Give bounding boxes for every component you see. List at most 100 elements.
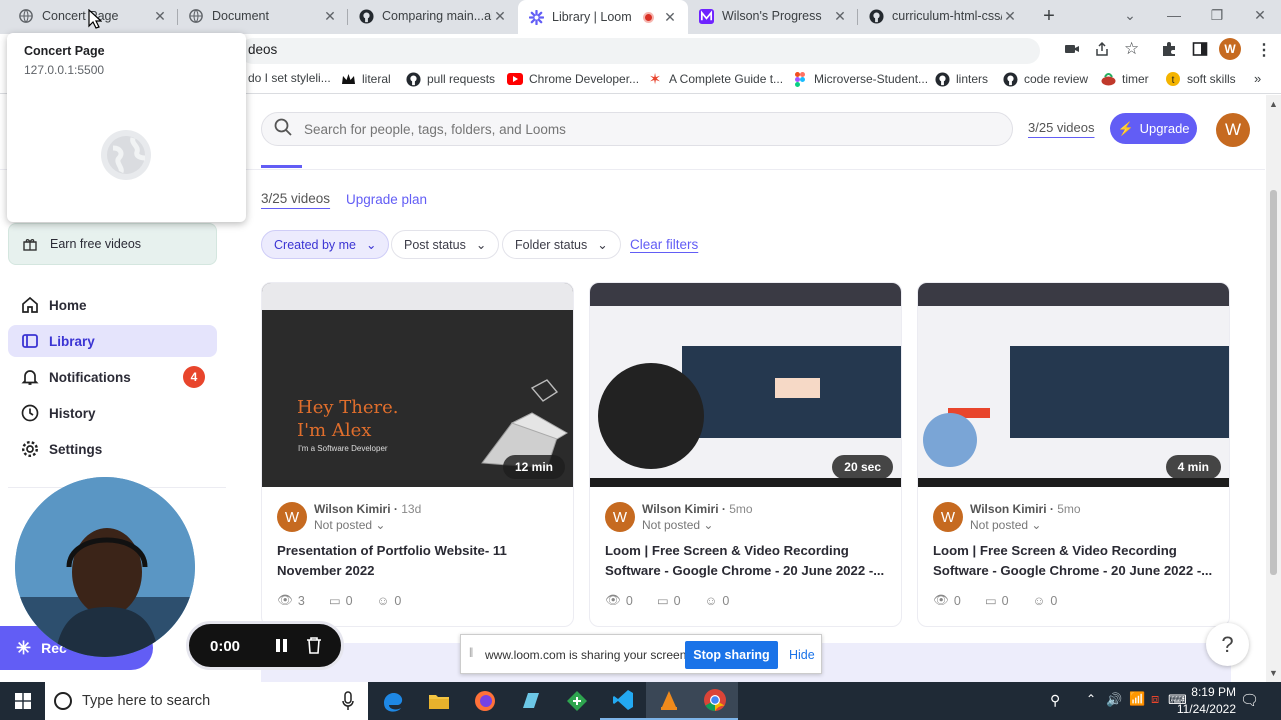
video-age: 5mo: [1057, 502, 1081, 516]
vscode-icon[interactable]: [600, 682, 646, 720]
stop-sharing-button[interactable]: Stop sharing: [685, 641, 778, 669]
bookmark-item[interactable]: pull requests: [405, 71, 495, 87]
tab-search-chevron-icon[interactable]: ⌄: [1108, 0, 1152, 30]
camera-icon[interactable]: [1064, 42, 1080, 61]
scrollbar[interactable]: ▲ ▼: [1266, 95, 1281, 682]
post-status-dropdown[interactable]: Not posted ⌄: [314, 518, 385, 532]
sidebar-item-notifications[interactable]: Notifications 4: [8, 361, 217, 393]
video-title[interactable]: Presentation of Portfolio Website- 11 No…: [277, 541, 567, 581]
video-title[interactable]: Loom | Free Screen & Video Recording Sof…: [605, 541, 895, 581]
library-videos-count[interactable]: 3/25 videos: [261, 191, 330, 206]
close-icon[interactable]: ✕: [322, 8, 338, 24]
tray-app-icon[interactable]: ⧈: [1151, 691, 1159, 707]
extensions-icon[interactable]: [1161, 41, 1177, 62]
video-card[interactable]: 4 min W Wilson Kimiri · 5mo Not posted ⌄…: [917, 282, 1230, 627]
close-window-button[interactable]: ✕: [1238, 0, 1281, 30]
close-icon[interactable]: ✕: [152, 8, 168, 24]
windows-taskbar: Type here to search ⚲ ⌃ 🔊 📶 ⧈ ⌨ 8:19 PM …: [0, 682, 1281, 720]
minimize-button[interactable]: —: [1152, 0, 1196, 30]
tab-document[interactable]: Document ✕: [178, 0, 348, 32]
sidebar-item-settings[interactable]: Settings: [8, 433, 217, 465]
delete-button[interactable]: [306, 636, 322, 659]
comment-icon: ▭: [656, 594, 669, 608]
webcam-bubble[interactable]: [15, 477, 195, 657]
edge-icon[interactable]: [370, 682, 416, 720]
filter-folder-status[interactable]: Folder status ⌄: [502, 230, 621, 259]
address-bar[interactable]: [240, 38, 1040, 64]
close-icon[interactable]: ✕: [1002, 8, 1018, 24]
people-icon[interactable]: ⚲: [1050, 692, 1060, 709]
notifications-center-icon[interactable]: 🗨: [1240, 691, 1259, 709]
bookmark-item[interactable]: Chrome Developer...: [507, 71, 639, 87]
search-input[interactable]: [261, 112, 1013, 146]
clock-time[interactable]: 8:19 PM: [1176, 685, 1236, 699]
help-button[interactable]: ?: [1206, 623, 1249, 666]
pause-button[interactable]: [275, 638, 288, 658]
scroll-down-icon[interactable]: ▼: [1269, 668, 1278, 678]
volume-icon[interactable]: 🔊: [1106, 692, 1122, 708]
bookmark-item[interactable]: literal: [340, 71, 391, 87]
earn-free-videos-button[interactable]: Earn free videos: [8, 223, 217, 265]
bookmark-label: soft skills: [1187, 72, 1236, 86]
video-card[interactable]: Hey There. I'm Alex I'm a Software Devel…: [261, 282, 574, 627]
bookmark-item[interactable]: code review: [1002, 71, 1088, 87]
bookmark-item[interactable]: timer: [1100, 71, 1149, 87]
tab-curriculum[interactable]: curriculum-html-css/h ✕: [858, 0, 1028, 32]
menu-dots-icon[interactable]: ⋮: [1256, 40, 1272, 60]
file-explorer-icon[interactable]: [416, 682, 462, 720]
filter-created-by-me[interactable]: Created by me ⌄: [261, 230, 390, 259]
video-card[interactable]: 20 sec W Wilson Kimiri · 5mo Not posted …: [589, 282, 902, 627]
filter-post-status[interactable]: Post status ⌄: [391, 230, 500, 259]
upgrade-button[interactable]: ⚡ Upgrade: [1110, 113, 1197, 144]
more-bookmarks-icon[interactable]: »: [1254, 71, 1261, 86]
sidebar-item-library[interactable]: Library: [8, 325, 217, 357]
video-thumbnail[interactable]: Hey There. I'm Alex I'm a Software Devel…: [262, 283, 573, 487]
scroll-up-icon[interactable]: ▲: [1269, 99, 1278, 109]
scrollbar-thumb[interactable]: [1270, 190, 1277, 575]
network-icon[interactable]: 📶: [1129, 691, 1145, 707]
bookmark-star-icon[interactable]: ☆: [1124, 39, 1139, 59]
tab-comparing[interactable]: Comparing main...abc ✕: [348, 0, 518, 32]
close-icon[interactable]: ✕: [832, 8, 848, 24]
bookmark-item[interactable]: linters: [934, 71, 988, 87]
windows-start-icon[interactable]: [0, 682, 45, 720]
tray-chevron-up-icon[interactable]: ⌃: [1086, 692, 1096, 706]
clock-date[interactable]: 11/24/2022: [1166, 702, 1236, 716]
git-icon[interactable]: [554, 682, 600, 720]
restore-button[interactable]: ❐: [1195, 0, 1239, 30]
video-title[interactable]: Loom | Free Screen & Video Recording Sof…: [933, 541, 1223, 581]
microphone-icon[interactable]: [342, 691, 354, 716]
video-thumbnail[interactable]: 20 sec: [590, 283, 901, 487]
drag-handle-icon[interactable]: ||: [469, 647, 473, 658]
app-icon[interactable]: [508, 682, 554, 720]
tab-library-loom[interactable]: Library | Loom ✕: [518, 0, 688, 34]
close-icon[interactable]: ✕: [492, 8, 508, 24]
sidebar-item-history[interactable]: History: [8, 397, 217, 429]
sidebar-item-home[interactable]: Home: [8, 289, 217, 321]
bookmark-item[interactable]: do I set styleli...: [248, 71, 331, 85]
clear-filters-link[interactable]: Clear filters: [630, 237, 698, 252]
video-thumbnail[interactable]: 4 min: [918, 283, 1229, 487]
bookmark-item[interactable]: Microverse-Student...: [792, 71, 928, 87]
profile-avatar[interactable]: W: [1219, 38, 1241, 60]
chrome-icon[interactable]: [692, 682, 738, 720]
bookmark-label: Microverse-Student...: [814, 72, 929, 86]
sidepanel-icon[interactable]: [1192, 41, 1208, 62]
videos-count-link[interactable]: 3/25 videos: [1028, 120, 1095, 135]
user-avatar[interactable]: W: [1216, 113, 1250, 147]
search-field[interactable]: [304, 121, 964, 137]
taskbar-search-box[interactable]: Type here to search: [45, 682, 368, 720]
bookmark-item[interactable]: ✶ A Complete Guide t...: [647, 71, 783, 88]
new-tab-button[interactable]: +: [1038, 5, 1060, 27]
upgrade-plan-link[interactable]: Upgrade plan: [346, 192, 427, 207]
vlc-icon[interactable]: [646, 682, 692, 720]
sidebar-item-label: History: [49, 405, 96, 421]
bookmark-item[interactable]: t soft skills: [1165, 71, 1236, 87]
hide-button[interactable]: Hide: [789, 648, 815, 662]
close-icon[interactable]: ✕: [662, 9, 678, 25]
tab-wilsons-progress[interactable]: Wilson's Progress ✕: [688, 0, 858, 32]
firefox-icon[interactable]: [462, 682, 508, 720]
post-status-dropdown[interactable]: Not posted ⌄: [642, 518, 713, 532]
post-status-dropdown[interactable]: Not posted ⌄: [970, 518, 1041, 532]
share-icon[interactable]: [1094, 41, 1110, 62]
